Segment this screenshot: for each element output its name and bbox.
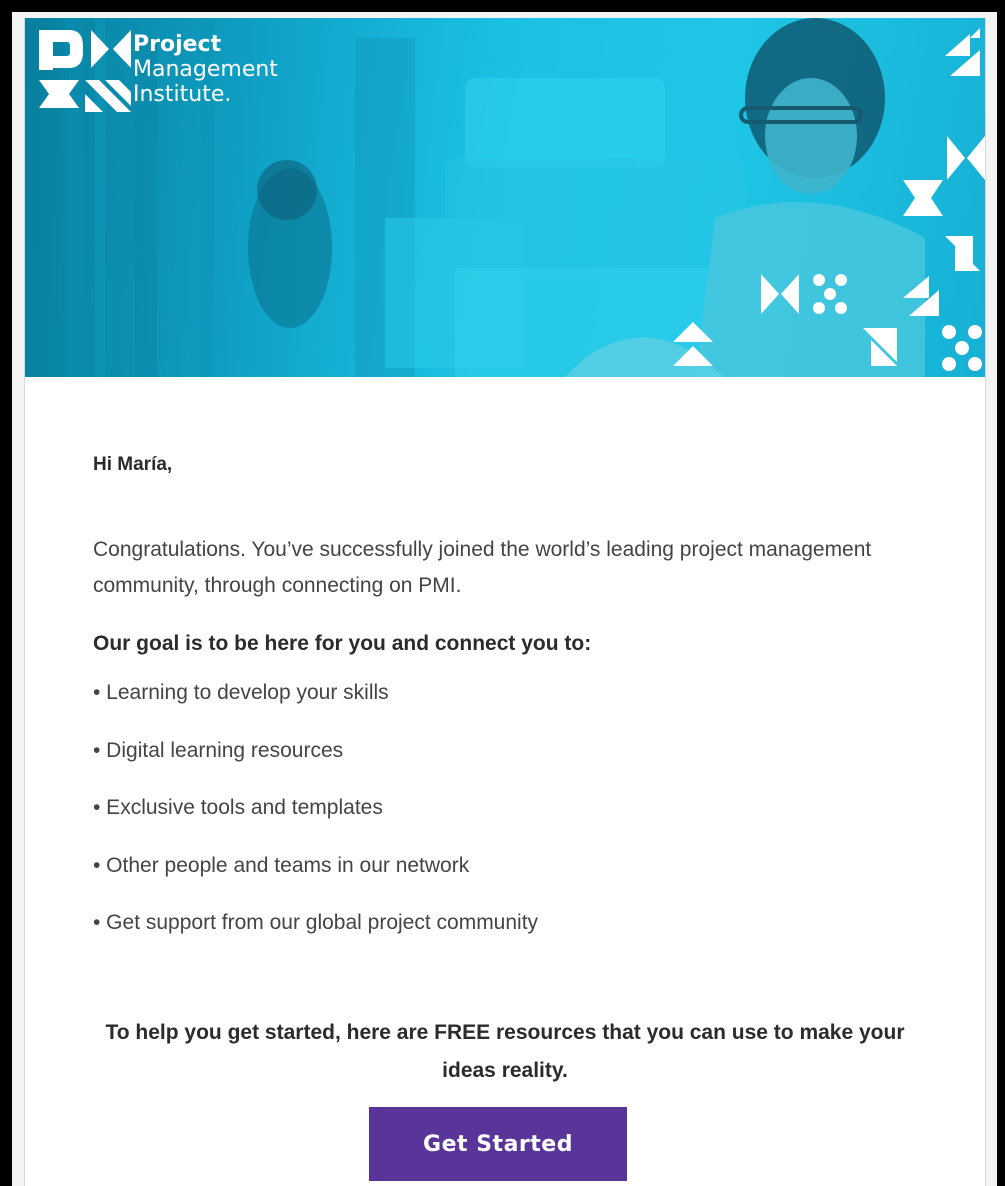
goal-heading: Our goal is to be here for you and conne… [93,632,592,655]
intro-paragraph: Congratulations. You’ve successfully joi… [93,538,872,597]
window-frame: Project Management Institute. Hi María, … [12,12,997,1186]
list-item: • Digital learning resources [93,738,344,762]
list-item: • Exclusive tools and templates [93,796,383,819]
greeting: Hi María, [93,454,173,475]
list-item: • Get support from our global project co… [93,911,539,934]
hero-banner: Project Management Institute. [25,18,985,377]
decorative-shapes [673,28,985,371]
email-container: Project Management Institute. Hi María, … [24,18,986,1186]
list-item: • Other people and teams in our network [93,853,470,877]
get-started-button[interactable]: Get Started [369,1107,627,1181]
benefits-list: • Learning to develop your skills • Digi… [93,680,538,968]
list-item: • Learning to develop your skills [93,681,389,704]
cta-text: To help you get started, here are FREE r… [105,1021,905,1082]
